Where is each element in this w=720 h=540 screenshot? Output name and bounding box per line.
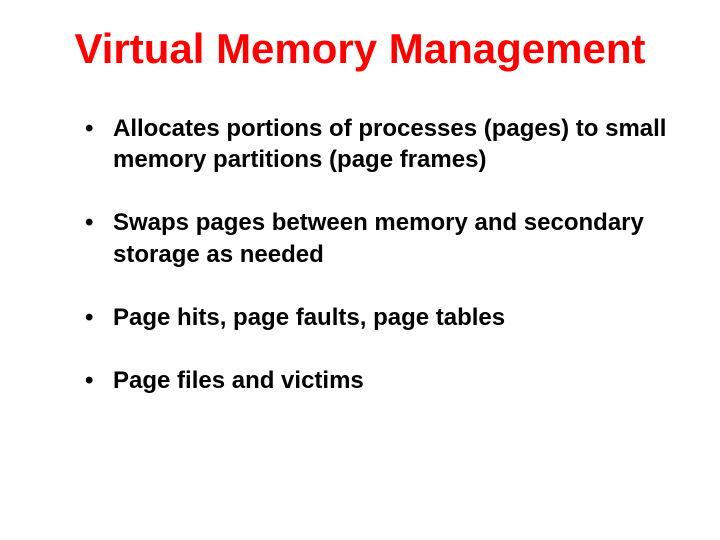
list-item: Page files and victims [85,365,680,396]
slide-title: Virtual Memory Management [40,25,680,73]
bullet-list: Allocates portions of processes (pages) … [40,113,680,396]
list-item: Swaps pages between memory and secondary… [85,207,680,269]
list-item: Page hits, page faults, page tables [85,302,680,333]
list-item: Allocates portions of processes (pages) … [85,113,680,175]
